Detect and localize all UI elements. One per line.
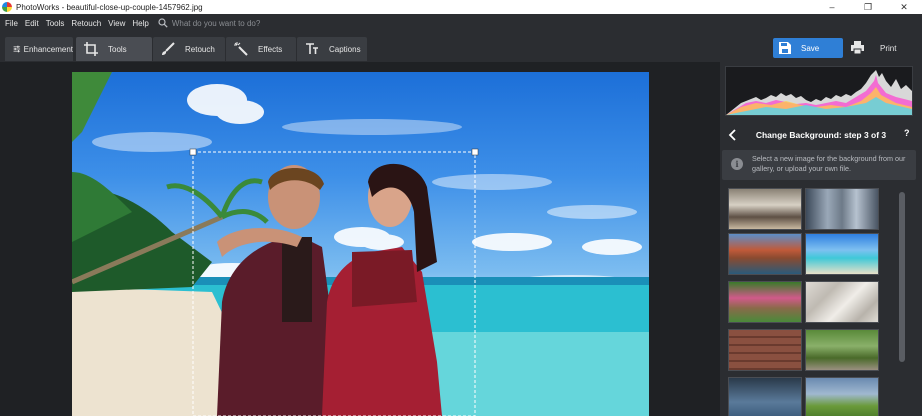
menu-file[interactable]: File — [5, 19, 18, 28]
tab-label: Captions — [329, 44, 361, 54]
printer-icon — [851, 41, 864, 54]
thumbnail-garden-path[interactable] — [728, 281, 802, 323]
menu-edit[interactable]: Edit — [25, 19, 39, 28]
crop-icon — [84, 42, 98, 56]
search-box[interactable]: What do you want to do? — [158, 18, 261, 28]
menu-bar: File Edit Tools Retouch View Help What d… — [0, 14, 922, 32]
menu-tools[interactable]: Tools — [46, 19, 65, 28]
app-logo-icon — [2, 2, 12, 12]
brush-icon — [162, 42, 175, 55]
thumbnail-park-bridge[interactable] — [805, 329, 879, 371]
print-label: Print — [880, 43, 897, 53]
tab-label: Effects — [258, 44, 283, 54]
scrollbar-thumb[interactable] — [899, 192, 905, 362]
thumbnail-living-room[interactable] — [728, 188, 802, 230]
title-bar: PhotoWorks - beautiful-close-up-couple-1… — [0, 0, 922, 14]
close-button[interactable]: ✕ — [886, 0, 922, 14]
info-text: Select a new image for the background fr… — [752, 154, 906, 173]
info-box: i Select a new image for the background … — [722, 150, 916, 180]
photo-image — [72, 72, 649, 416]
thumbnail-stormy-sea[interactable] — [728, 377, 802, 416]
text-icon — [306, 43, 318, 54]
search-icon — [158, 18, 168, 28]
search-input[interactable]: What do you want to do? — [172, 19, 261, 28]
window-controls: – ❐ ✕ — [814, 0, 922, 14]
photo-canvas[interactable] — [72, 72, 649, 416]
menu-help[interactable]: Help — [132, 19, 148, 28]
maximize-button[interactable]: ❐ — [850, 0, 886, 14]
thumbnail-brick-wall[interactable] — [728, 329, 802, 371]
thumbnail-crumpled-paper[interactable] — [805, 281, 879, 323]
step-header: Change Background: step 3 of 3 ? — [720, 124, 922, 146]
tab-label: Retouch — [185, 44, 215, 54]
tab-label: Tools — [108, 44, 127, 54]
tab-enhancement[interactable]: Enhancement — [5, 37, 73, 61]
thumbnail-city-street[interactable] — [805, 188, 879, 230]
thumbnail-rainbow-field[interactable] — [805, 377, 879, 416]
menu-retouch[interactable]: Retouch — [71, 19, 101, 28]
floppy-disk-icon — [779, 42, 791, 54]
info-icon: i — [731, 158, 743, 170]
sliders-icon — [13, 45, 21, 53]
background-gallery — [728, 188, 880, 416]
minimize-button[interactable]: – — [814, 0, 850, 14]
thumbnail-canal-town[interactable] — [728, 233, 802, 275]
window-title: PhotoWorks - beautiful-close-up-couple-1… — [16, 2, 203, 12]
tab-tools[interactable]: Tools — [76, 37, 152, 61]
print-button[interactable]: Print — [850, 38, 916, 58]
magic-wand-icon — [234, 42, 248, 56]
tab-captions[interactable]: Captions — [297, 37, 367, 61]
tab-label: Enhancement — [23, 44, 73, 54]
histogram-graph — [726, 70, 912, 115]
menu-view[interactable]: View — [108, 19, 125, 28]
step-title: Change Background: step 3 of 3 — [755, 130, 887, 140]
save-label: Save — [801, 43, 820, 53]
save-button[interactable]: Save — [773, 38, 843, 58]
thumbnail-tropical-beach[interactable] — [805, 233, 879, 275]
tab-retouch[interactable]: Retouch — [153, 37, 225, 61]
help-button[interactable]: ? — [904, 128, 910, 138]
histogram — [725, 66, 913, 116]
tab-effects[interactable]: Effects — [226, 37, 296, 61]
